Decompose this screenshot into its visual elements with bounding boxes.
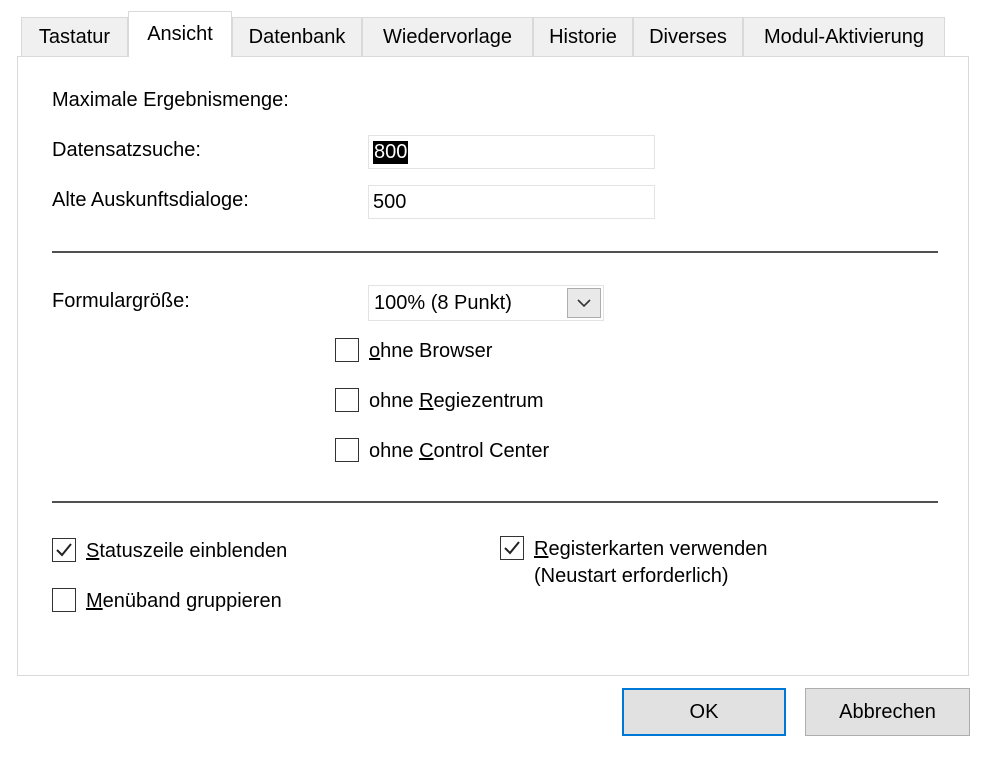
max-results-heading: Maximale Ergebnismenge: — [52, 89, 289, 111]
no-browser-label[interactable]: ohne Browser — [369, 338, 492, 364]
no-control-center-checkbox[interactable] — [335, 438, 359, 462]
no-regiezentrum-label[interactable]: ohne Regiezentrum — [369, 388, 544, 414]
old-dialogs-label: Alte Auskunftsdialoge: — [52, 189, 249, 211]
old-dialogs-field[interactable]: 500 — [368, 185, 655, 219]
record-search-value: 800 — [373, 140, 409, 164]
checkmark-icon — [504, 541, 520, 555]
tab-historie[interactable]: Historie — [533, 17, 633, 56]
ok-button[interactable]: OK — [622, 688, 786, 736]
record-search-label: Datensatzsuche: — [52, 139, 201, 161]
separator-top — [52, 251, 938, 253]
tab-diverses[interactable]: Diverses — [633, 17, 743, 56]
tab-modul-aktivierung[interactable]: Modul-Aktivierung — [743, 17, 945, 56]
use-tabs-checkbox[interactable] — [500, 536, 524, 560]
separator-bottom — [52, 501, 938, 503]
checkmark-icon — [56, 543, 72, 557]
form-size-value: 100% (8 Punkt) — [374, 291, 512, 314]
statusbar-checkbox[interactable] — [52, 538, 76, 562]
record-search-field[interactable]: 800 — [368, 135, 655, 169]
no-control-center-label[interactable]: ohne Control Center — [369, 438, 549, 464]
chevron-down-icon — [577, 299, 591, 308]
ribbon-group-checkbox[interactable] — [52, 588, 76, 612]
no-regiezentrum-checkbox[interactable] — [335, 388, 359, 412]
form-size-label: Formulargröße: — [52, 290, 190, 312]
tab-datenbank[interactable]: Datenbank — [232, 17, 362, 56]
use-tabs-label[interactable]: Registerkarten verwenden — [534, 536, 767, 562]
combo-dropdown-button[interactable] — [567, 288, 601, 318]
statusbar-label[interactable]: Statuszeile einblenden — [86, 538, 287, 564]
tab-wiedervorlage[interactable]: Wiedervorlage — [362, 17, 533, 56]
restart-note: (Neustart erforderlich) — [534, 565, 729, 587]
tab-tastatur[interactable]: Tastatur — [21, 17, 128, 56]
ribbon-group-label[interactable]: Menüband gruppieren — [86, 588, 282, 614]
tab-ansicht[interactable]: Ansicht — [128, 11, 232, 57]
no-browser-checkbox[interactable] — [335, 338, 359, 362]
old-dialogs-value: 500 — [373, 190, 407, 213]
cancel-button[interactable]: Abbrechen — [805, 688, 970, 736]
form-size-select[interactable]: 100% (8 Punkt) — [368, 285, 604, 321]
